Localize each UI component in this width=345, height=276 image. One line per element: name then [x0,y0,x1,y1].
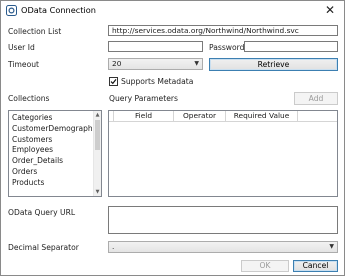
decimal-separator-dropdown[interactable]: . ▼ [108,241,338,253]
scroll-down-icon[interactable]: ▼ [94,188,101,196]
scrollbar-thumb[interactable] [95,120,100,150]
query-parameters-grid[interactable]: Field Operator Required Value [108,110,338,197]
list-item[interactable]: Categories [9,113,101,124]
list-item[interactable]: Order_Details [9,156,101,167]
column-header-operator[interactable]: Operator [174,111,226,121]
query-parameters-label: Query Parameters [109,94,178,103]
collection-list-label: Collection List [8,27,62,36]
collections-label: Collections [8,94,50,103]
list-item[interactable]: CustomerDemographics [9,124,101,135]
supports-metadata-checkbox[interactable] [109,77,118,86]
odata-query-url-label: OData Query URL [8,208,76,217]
password-field[interactable] [244,41,338,52]
user-id-field[interactable] [108,41,203,52]
column-header-required-value[interactable]: Required Value [226,111,298,121]
grid-header: Field Operator Required Value [109,111,337,122]
odata-icon [6,5,17,16]
timeout-dropdown[interactable]: 20 ▼ [108,58,203,70]
collection-list-field[interactable]: http://services.odata.org/Northwind/Nort… [108,25,338,36]
decimal-separator-value: . [112,242,115,251]
user-id-label: User Id [8,43,35,52]
list-item[interactable]: Customers [9,135,101,146]
list-item[interactable]: Products [9,178,101,189]
decimal-separator-label: Decimal Separator [8,243,79,252]
add-button[interactable]: Add [294,92,338,105]
odata-connection-dialog: OData Connection ✕ Collection List http:… [0,0,345,276]
collections-list[interactable]: Categories CustomerDemographics Customer… [8,110,102,197]
scroll-up-icon[interactable]: ▲ [94,111,101,119]
close-icon[interactable]: ✕ [322,2,338,18]
chevron-down-icon: ▼ [329,243,334,250]
ok-button[interactable]: OK [241,260,289,272]
checkmark-icon [110,79,117,85]
list-item[interactable]: Orders [9,167,101,178]
column-header-field[interactable]: Field [114,111,174,121]
list-item[interactable]: Employees [9,145,101,156]
password-label: Password [209,43,245,52]
chevron-down-icon: ▼ [194,60,199,67]
supports-metadata-label[interactable]: Supports Metadata [121,77,193,86]
odata-query-url-field[interactable] [108,206,338,234]
retrieve-button[interactable]: Retrieve [209,58,338,71]
timeout-value: 20 [112,59,122,68]
timeout-label: Timeout [8,60,40,69]
collections-scrollbar[interactable]: ▲ ▼ [93,111,101,196]
title-bar: OData Connection ✕ [1,1,344,20]
window-title: OData Connection [21,5,96,15]
cancel-button[interactable]: Cancel [293,260,338,272]
